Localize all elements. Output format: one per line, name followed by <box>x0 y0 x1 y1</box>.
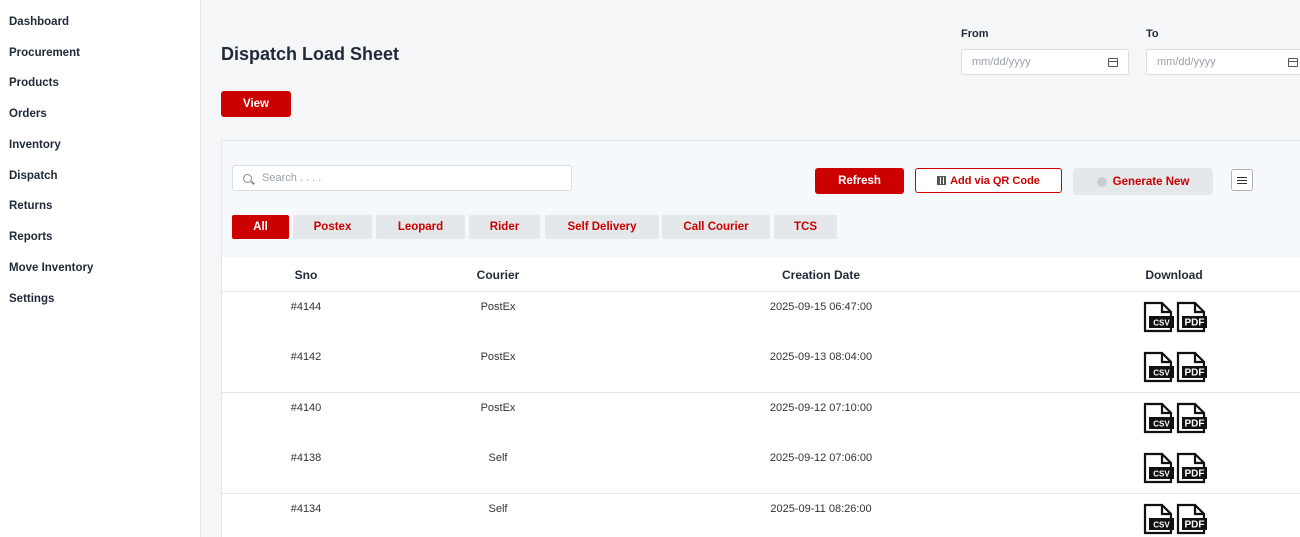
svg-text:PDF: PDF <box>1185 318 1205 329</box>
row-courier: PostEx <box>480 402 516 414</box>
column-header-courier[interactable]: Courier <box>477 268 520 282</box>
sidebar-item-move-inventory[interactable]: Move Inventory <box>9 262 93 274</box>
row-courier: PostEx <box>480 301 516 313</box>
to-date-placeholder: mm/dd/yyyy <box>1157 56 1216 68</box>
sidebar: Dashboard Procurement Products Orders In… <box>0 0 201 537</box>
to-date-input[interactable]: mm/dd/yyyy <box>1146 49 1300 75</box>
tab-self-delivery[interactable]: Self Delivery <box>545 215 659 239</box>
pdf-file-icon[interactable]: PDF <box>1175 402 1207 434</box>
sidebar-item-procurement[interactable]: Procurement <box>9 47 80 59</box>
row-creation-date: 2025-09-13 08:04:00 <box>769 351 873 363</box>
qr-code-icon <box>937 176 947 185</box>
pdf-file-icon[interactable]: PDF <box>1175 503 1207 535</box>
search-icon <box>243 173 252 183</box>
csv-file-icon[interactable]: CSV <box>1142 301 1174 333</box>
plus-circle-icon <box>1096 176 1107 187</box>
svg-text:CSV: CSV <box>1153 369 1170 378</box>
tab-tcs[interactable]: TCS <box>774 215 837 239</box>
sidebar-item-orders[interactable]: Orders <box>9 108 47 120</box>
row-sno: #4138 <box>290 452 322 464</box>
sidebar-item-dashboard[interactable]: Dashboard <box>9 16 69 28</box>
add-via-qr-button[interactable]: Add via QR Code <box>915 168 1062 193</box>
row-creation-date: 2025-09-12 07:06:00 <box>769 452 873 464</box>
svg-text:CSV: CSV <box>1153 420 1170 429</box>
search-placeholder: Search . . . . <box>262 172 322 184</box>
download-links: CSV PDF <box>1142 301 1207 333</box>
tab-all[interactable]: All <box>232 215 289 239</box>
download-links: CSV PDF <box>1142 402 1207 434</box>
csv-file-icon[interactable]: CSV <box>1142 351 1174 383</box>
download-links: CSV PDF <box>1142 452 1207 484</box>
sidebar-item-products[interactable]: Products <box>9 77 59 89</box>
row-courier: Self <box>488 452 508 464</box>
sliders-icon <box>1237 175 1247 185</box>
row-creation-date: 2025-09-12 07:10:00 <box>769 402 873 414</box>
row-sno: #4144 <box>290 301 322 313</box>
svg-text:CSV: CSV <box>1153 319 1170 328</box>
main-content: Dispatch Load Sheet View From mm/dd/yyyy… <box>201 0 1300 537</box>
svg-text:CSV: CSV <box>1153 470 1170 479</box>
table-row: #4138 Self 2025-09-12 07:06:00 CSV PDF <box>222 443 1300 494</box>
page-title: Dispatch Load Sheet <box>221 44 400 64</box>
generate-button-label: Generate New <box>1112 175 1190 188</box>
tab-leopard[interactable]: Leopard <box>376 215 465 239</box>
sidebar-item-settings[interactable]: Settings <box>9 293 54 305</box>
sidebar-item-returns[interactable]: Returns <box>9 200 52 212</box>
generate-new-button[interactable]: Generate New <box>1073 168 1213 195</box>
column-header-creation-date[interactable]: Creation Date <box>782 268 860 282</box>
svg-text:PDF: PDF <box>1185 520 1205 531</box>
from-label: From <box>961 28 989 40</box>
search-input[interactable]: Search . . . . <box>232 165 572 191</box>
tab-postex[interactable]: Postex <box>293 215 372 239</box>
sidebar-item-inventory[interactable]: Inventory <box>9 139 61 151</box>
svg-text:PDF: PDF <box>1185 368 1205 379</box>
calendar-icon[interactable] <box>1288 57 1298 67</box>
qr-button-label: Add via QR Code <box>950 174 1040 187</box>
svg-text:PDF: PDF <box>1185 469 1205 480</box>
pdf-file-icon[interactable]: PDF <box>1175 301 1207 333</box>
csv-file-icon[interactable]: CSV <box>1142 452 1174 484</box>
filter-settings-button[interactable] <box>1231 169 1253 191</box>
svg-text:CSV: CSV <box>1153 521 1170 530</box>
table-header: Sno Courier Creation Date Download <box>222 257 1300 292</box>
view-button[interactable]: View <box>221 91 291 117</box>
row-sno: #4142 <box>290 351 322 363</box>
refresh-button[interactable]: Refresh <box>815 168 904 194</box>
row-creation-date: 2025-09-11 08:26:00 <box>770 503 872 515</box>
table-row: #4144 PostEx 2025-09-15 06:47:00 CSV PDF <box>222 292 1300 343</box>
csv-file-icon[interactable]: CSV <box>1142 402 1174 434</box>
download-links: CSV PDF <box>1142 351 1207 383</box>
column-header-sno[interactable]: Sno <box>295 268 318 282</box>
pdf-file-icon[interactable]: PDF <box>1175 351 1207 383</box>
dispatch-panel: Search . . . . Refresh Add via QR Code G… <box>221 140 1300 537</box>
download-links: CSV PDF <box>1142 503 1207 535</box>
tab-rider[interactable]: Rider <box>469 215 540 239</box>
row-sno: #4134 <box>290 503 322 515</box>
svg-text:PDF: PDF <box>1185 419 1205 430</box>
pdf-file-icon[interactable]: PDF <box>1175 452 1207 484</box>
calendar-icon[interactable] <box>1108 57 1118 67</box>
table-row: #4134 Self 2025-09-11 08:26:00 CSV PDF <box>222 494 1300 537</box>
to-label: To <box>1146 28 1159 40</box>
row-sno: #4140 <box>290 402 322 414</box>
csv-file-icon[interactable]: CSV <box>1142 503 1174 535</box>
sidebar-item-reports[interactable]: Reports <box>9 231 52 243</box>
from-date-input[interactable]: mm/dd/yyyy <box>961 49 1129 75</box>
sidebar-item-dispatch[interactable]: Dispatch <box>9 170 58 182</box>
from-date-placeholder: mm/dd/yyyy <box>972 56 1031 68</box>
table-row: #4140 PostEx 2025-09-12 07:10:00 CSV PDF <box>222 393 1300 444</box>
row-courier: Self <box>488 503 508 515</box>
row-creation-date: 2025-09-15 06:47:00 <box>769 301 873 313</box>
tab-call-courier[interactable]: Call Courier <box>662 215 770 239</box>
table-row: #4142 PostEx 2025-09-13 08:04:00 CSV PDF <box>222 342 1300 393</box>
row-courier: PostEx <box>480 351 516 363</box>
column-header-download: Download <box>1145 268 1203 282</box>
